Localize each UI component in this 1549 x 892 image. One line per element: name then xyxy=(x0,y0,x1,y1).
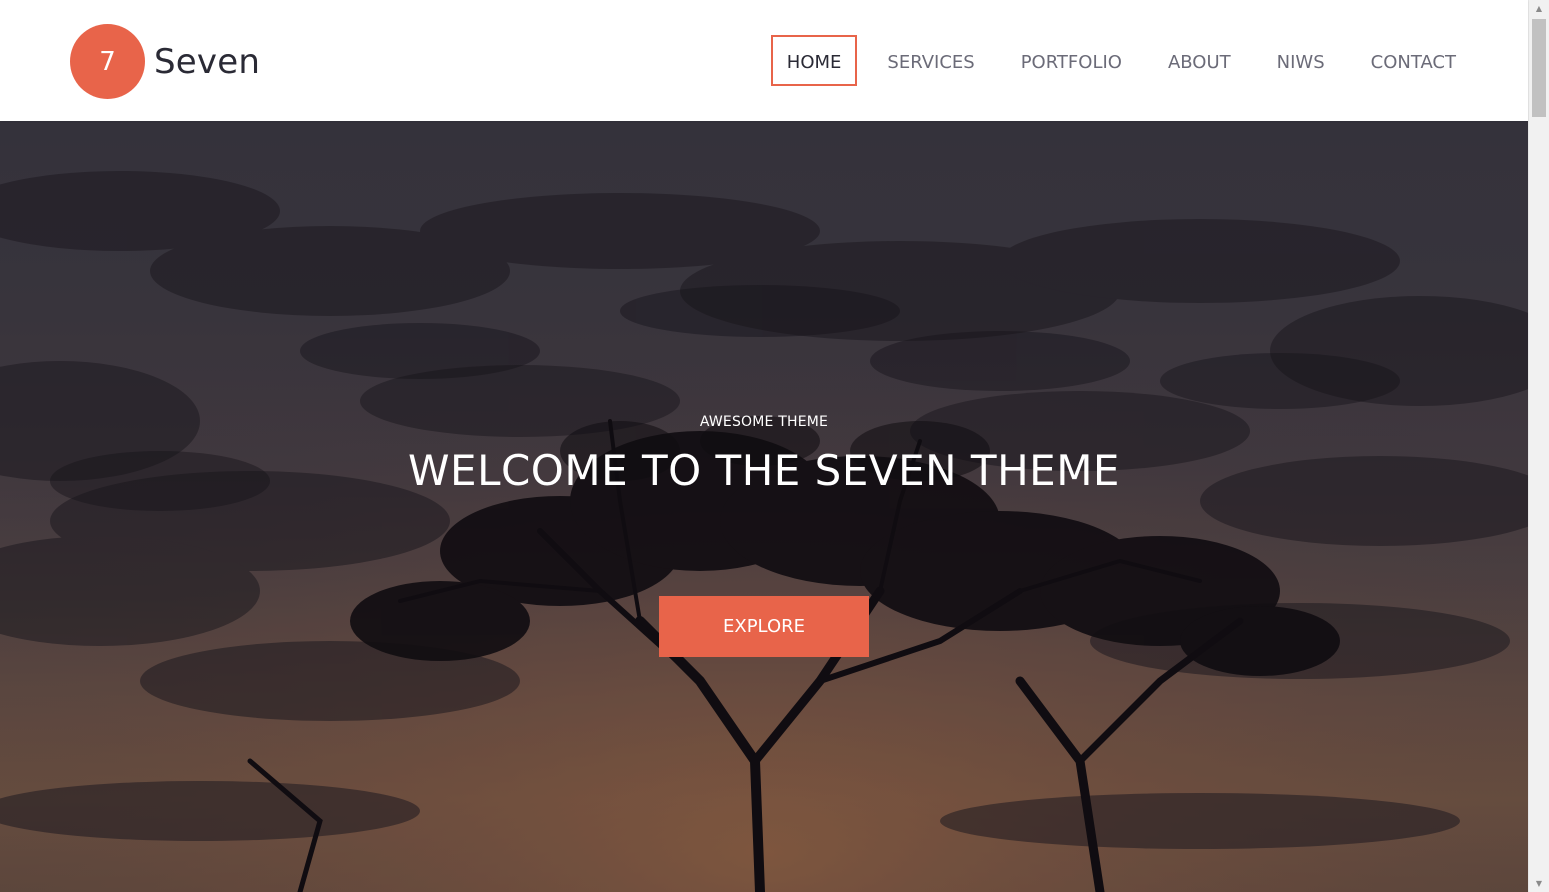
nav-item-portfolio[interactable]: PORTFOLIO xyxy=(1005,35,1138,86)
logo-text: Seven xyxy=(154,41,261,82)
hero-title: WELCOME TO THE SEVEN THEME xyxy=(408,446,1120,495)
main-nav: HOME SERVICES PORTFOLIO ABOUT NIWS CONTA… xyxy=(757,35,1472,86)
hero-section: AWESOME THEME WELCOME TO THE SEVEN THEME… xyxy=(0,121,1528,892)
hero-overlay xyxy=(0,121,1528,892)
scroll-down-arrow-icon[interactable]: ▼ xyxy=(1529,875,1549,892)
nav-item-home[interactable]: HOME xyxy=(770,35,858,86)
nav-item-services[interactable]: SERVICES xyxy=(871,35,990,86)
vertical-scrollbar[interactable]: ▲ ▼ xyxy=(1528,0,1549,892)
nav-item-about[interactable]: ABOUT xyxy=(1152,35,1247,86)
page: 7 Seven HOME SERVICES PORTFOLIO ABOUT NI… xyxy=(0,0,1549,892)
explore-button[interactable]: EXPLORE xyxy=(659,596,869,657)
scrollbar-thumb[interactable] xyxy=(1532,19,1546,117)
site-header: 7 Seven HOME SERVICES PORTFOLIO ABOUT NI… xyxy=(0,0,1528,121)
scroll-up-arrow-icon[interactable]: ▲ xyxy=(1529,0,1549,17)
logo-badge: 7 xyxy=(70,24,145,99)
hero-eyebrow: AWESOME THEME xyxy=(699,414,829,430)
logo-link[interactable]: 7 Seven xyxy=(70,24,260,99)
nav-item-contact[interactable]: CONTACT xyxy=(1355,35,1472,86)
nav-item-niws[interactable]: NIWS xyxy=(1261,35,1341,86)
